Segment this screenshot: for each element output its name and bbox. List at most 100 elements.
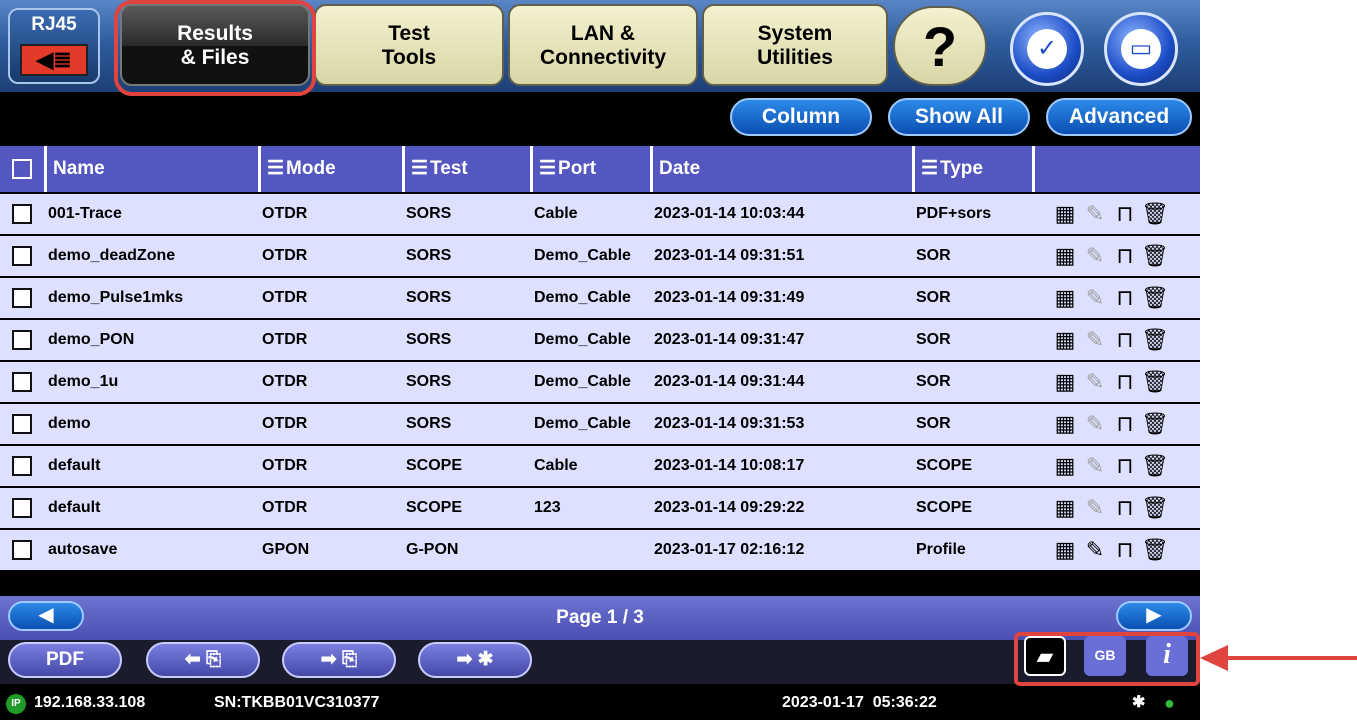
edit-icon[interactable]: ✎ [1080,446,1110,486]
table-row[interactable]: default OTDR SCOPE 123 2023-01-14 09:29:22 SC… [0,488,1200,528]
cell-date: 2023-01-14 09:31:49 [654,289,805,306]
row-checkbox[interactable] [12,330,32,350]
lock-icon[interactable]: ⊓ [1110,236,1140,276]
wifi-icon: ● [1164,693,1175,713]
trash-icon[interactable]: 🗑 [1140,194,1170,234]
lock-icon[interactable]: ⊓ [1110,194,1140,234]
row-checkbox[interactable] [12,498,32,518]
qr-code-icon[interactable]: ▦ [1050,194,1080,234]
cell-port: Demo_Cable [534,373,631,390]
table-row[interactable]: demo_1u OTDR SORS Demo_Cable 2023-01-14 09:3… [0,362,1200,402]
cell-mode: OTDR [262,289,308,306]
header-port[interactable]: ☰ Port [530,146,650,192]
export-bluetooth-button[interactable]: ➡ ✱ [418,642,532,678]
edit-icon[interactable]: ✎ [1080,404,1110,444]
cell-port: Cable [534,205,578,222]
cell-name: demo [48,415,91,432]
table-row[interactable]: demo_Pulse1mks OTDR SORS Demo_Cable 2023-01-… [0,278,1200,318]
row-checkbox[interactable] [12,540,32,560]
row-action-icons: ▦ ✎ ⊓ 🗑 [1050,236,1170,276]
cell-port: Demo_Cable [534,289,631,306]
row-action-icons: ▦ ✎ ⊓ 🗑 [1050,278,1170,318]
trash-icon[interactable]: 🗑 [1140,236,1170,276]
tab-test-tools[interactable]: Test Tools [314,4,504,86]
cell-date: 2023-01-14 09:31:44 [654,373,805,390]
cell-test: SCOPE [406,499,463,516]
network-settings-button[interactable]: ✓ [1010,12,1084,86]
row-checkbox[interactable] [12,456,32,476]
table-row[interactable]: autosave GPON G-PON 2023-01-17 02:16:12 Prof… [0,530,1200,570]
edit-icon[interactable]: ✎ [1080,320,1110,360]
row-action-icons: ▦ ✎ ⊓ 🗑 [1050,362,1170,402]
lock-icon[interactable]: ⊓ [1110,446,1140,486]
edit-icon[interactable]: ✎ [1080,194,1110,234]
import-usb-button[interactable]: ⬅ ⎘ [146,642,260,678]
table-row[interactable]: 001-Trace OTDR SORS Cable 2023-01-14 10:03:4… [0,194,1200,234]
trash-icon[interactable]: 🗑 [1140,320,1170,360]
row-checkbox[interactable] [12,204,32,224]
lock-icon[interactable]: ⊓ [1110,530,1140,570]
next-page-button[interactable]: ▶ [1116,601,1192,631]
row-checkbox[interactable] [12,246,32,266]
cell-mode: OTDR [262,247,308,264]
edit-icon[interactable]: ✎ [1080,488,1110,528]
tab-lan-connectivity[interactable]: LAN & Connectivity [508,4,698,86]
row-checkbox[interactable] [12,288,32,308]
header-type[interactable]: ☰ Type [912,146,1032,192]
qr-code-icon[interactable]: ▦ [1050,446,1080,486]
edit-icon[interactable]: ✎ [1080,530,1110,570]
pdf-button[interactable]: PDF [8,642,122,678]
qr-code-icon[interactable]: ▦ [1050,404,1080,444]
rj45-port-button[interactable]: RJ45 ◀≣ [8,8,100,84]
trash-icon[interactable]: 🗑 [1140,404,1170,444]
lock-icon[interactable]: ⊓ [1110,488,1140,528]
header-mode[interactable]: ☰ Mode [258,146,402,192]
row-checkbox[interactable] [12,372,32,392]
tab-system-utilities[interactable]: System Utilities [702,4,888,86]
qr-code-icon[interactable]: ▦ [1050,320,1080,360]
cell-test: SORS [406,205,452,222]
trash-icon[interactable]: 🗑 [1140,362,1170,402]
show-all-button[interactable]: Show All [888,98,1030,136]
trash-icon[interactable]: 🗑 [1140,446,1170,486]
qr-code-icon[interactable]: ▦ [1050,530,1080,570]
lock-icon[interactable]: ⊓ [1110,404,1140,444]
lock-icon[interactable]: ⊓ [1110,278,1140,318]
qr-code-icon[interactable]: ▦ [1050,278,1080,318]
edit-icon[interactable]: ✎ [1080,278,1110,318]
lock-icon[interactable]: ⊓ [1110,320,1140,360]
filter-list-icon: ☰ [411,158,429,179]
header-test[interactable]: ☰ Test [402,146,530,192]
table-row[interactable]: demo_deadZone OTDR SORS Demo_Cable 2023-01-1… [0,236,1200,276]
help-button[interactable]: ? [893,6,987,86]
edit-icon[interactable]: ✎ [1080,362,1110,402]
qr-code-icon[interactable]: ▦ [1050,488,1080,528]
column-button[interactable]: Column [730,98,872,136]
tab-label: Test Tools [381,22,437,69]
export-usb-button[interactable]: ➡ ⎘ [282,642,396,678]
table-row[interactable]: demo_PON OTDR SORS Demo_Cable 2023-01-14 09:… [0,320,1200,360]
callout-arrow-line [1226,656,1357,660]
table-row[interactable]: demo OTDR SORS Demo_Cable 2023-01-14 09:31:5… [0,404,1200,444]
tab-label: System Utilities [757,22,833,69]
cell-type: SOR [916,331,951,348]
lock-icon[interactable]: ⊓ [1110,362,1140,402]
cell-date: 2023-01-17 02:16:12 [654,541,805,558]
cell-mode: OTDR [262,331,308,348]
cell-port: Cable [534,457,578,474]
row-checkbox[interactable] [12,414,32,434]
advanced-button[interactable]: Advanced [1046,98,1192,136]
trash-icon[interactable]: 🗑 [1140,488,1170,528]
file-browser-button[interactable]: ▭ [1104,12,1178,86]
qr-code-icon[interactable]: ▦ [1050,236,1080,276]
edit-icon[interactable]: ✎ [1080,236,1110,276]
table-row[interactable]: default OTDR SCOPE Cable 2023-01-14 10:08:17… [0,446,1200,486]
network-settings-icon: ✓ [1027,29,1067,69]
trash-icon[interactable]: 🗑 [1140,278,1170,318]
select-all-checkbox[interactable] [12,159,32,179]
trash-icon[interactable]: 🗑 [1140,530,1170,570]
header-date[interactable]: Date [650,146,912,192]
header-name[interactable]: Name [44,146,258,192]
qr-code-icon[interactable]: ▦ [1050,362,1080,402]
cell-mode: OTDR [262,499,308,516]
